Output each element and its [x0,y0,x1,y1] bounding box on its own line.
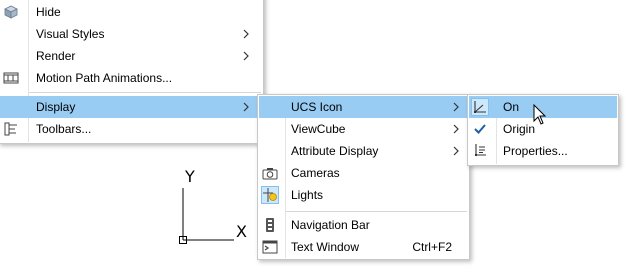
menu-item-label: Properties... [503,144,568,158]
chevron-right-icon [240,50,252,62]
main-context-menu: Hide Visual Styles Render Motion Path An… [0,0,264,144]
menu-item-motion-path-animations[interactable]: Motion Path Animations... [0,67,262,89]
ucs-on-icon [471,98,489,116]
toolbars-icon [2,120,20,138]
menu-item-label: ViewCube [291,122,346,136]
chevron-right-icon [450,123,462,135]
mouse-cursor-icon [533,104,547,126]
menu-item-label: Attribute Display [291,144,379,158]
menu-separator [286,211,467,212]
light-bulb-icon [261,186,279,204]
shortcut-label: Ctrl+F2 [412,240,452,254]
menu-item-cameras[interactable]: Cameras [259,162,468,184]
menu-item-label: Text Window [291,240,360,254]
menu-item-label: Motion Path Animations... [36,71,173,85]
menu-item-text-window[interactable]: Text Window Ctrl+F2 [259,236,468,258]
display-submenu: UCS Icon ViewCube Attribute Display Came… [257,94,470,260]
menu-item-label: Hide [36,5,61,19]
menu-item-label: Navigation Bar [291,218,370,232]
menu-item-attribute-display[interactable]: Attribute Display [259,140,468,162]
properties-icon [471,142,489,160]
menu-item-label: Toolbars... [36,122,92,136]
hide-icon [2,3,20,21]
film-icon [2,69,20,87]
ucs-y-axis-label: Y [185,167,195,186]
chevron-right-icon [240,28,252,40]
chevron-right-icon [450,101,462,113]
menu-item-label: Origin [503,122,536,136]
menu-item-render[interactable]: Render [0,45,262,67]
menu-item-hide[interactable]: Hide [0,1,262,23]
text-window-icon [261,238,279,256]
menu-item-label: Cameras [291,166,340,180]
chevron-right-icon [450,145,462,157]
camera-icon [261,164,279,182]
menu-item-label: Visual Styles [36,27,105,41]
menu-item-label: On [503,100,520,114]
menu-separator [29,92,261,93]
menu-item-label: Lights [291,188,324,202]
chevron-right-icon [240,101,252,113]
menu-item-navigation-bar[interactable]: Navigation Bar [259,214,468,236]
menu-item-properties[interactable]: Properties... [469,140,617,162]
ucs-axis-icon: Y X [170,167,260,248]
menu-item-viewcube[interactable]: ViewCube [259,118,468,140]
menu-item-ucs-icon[interactable]: UCS Icon [259,96,468,118]
menu-item-visual-styles[interactable]: Visual Styles [0,23,262,45]
menu-item-label: UCS Icon [291,100,343,114]
menu-item-lights[interactable]: Lights [259,184,468,206]
menu-item-toolbars[interactable]: Toolbars... [0,118,262,140]
menu-item-display[interactable]: Display [0,96,262,118]
ucs-x-axis-label: X [236,222,247,241]
checkmark-icon [471,120,489,138]
navigation-bar-icon [261,216,279,234]
menu-item-label: Display [36,100,76,114]
menu-item-label: Render [36,49,76,63]
